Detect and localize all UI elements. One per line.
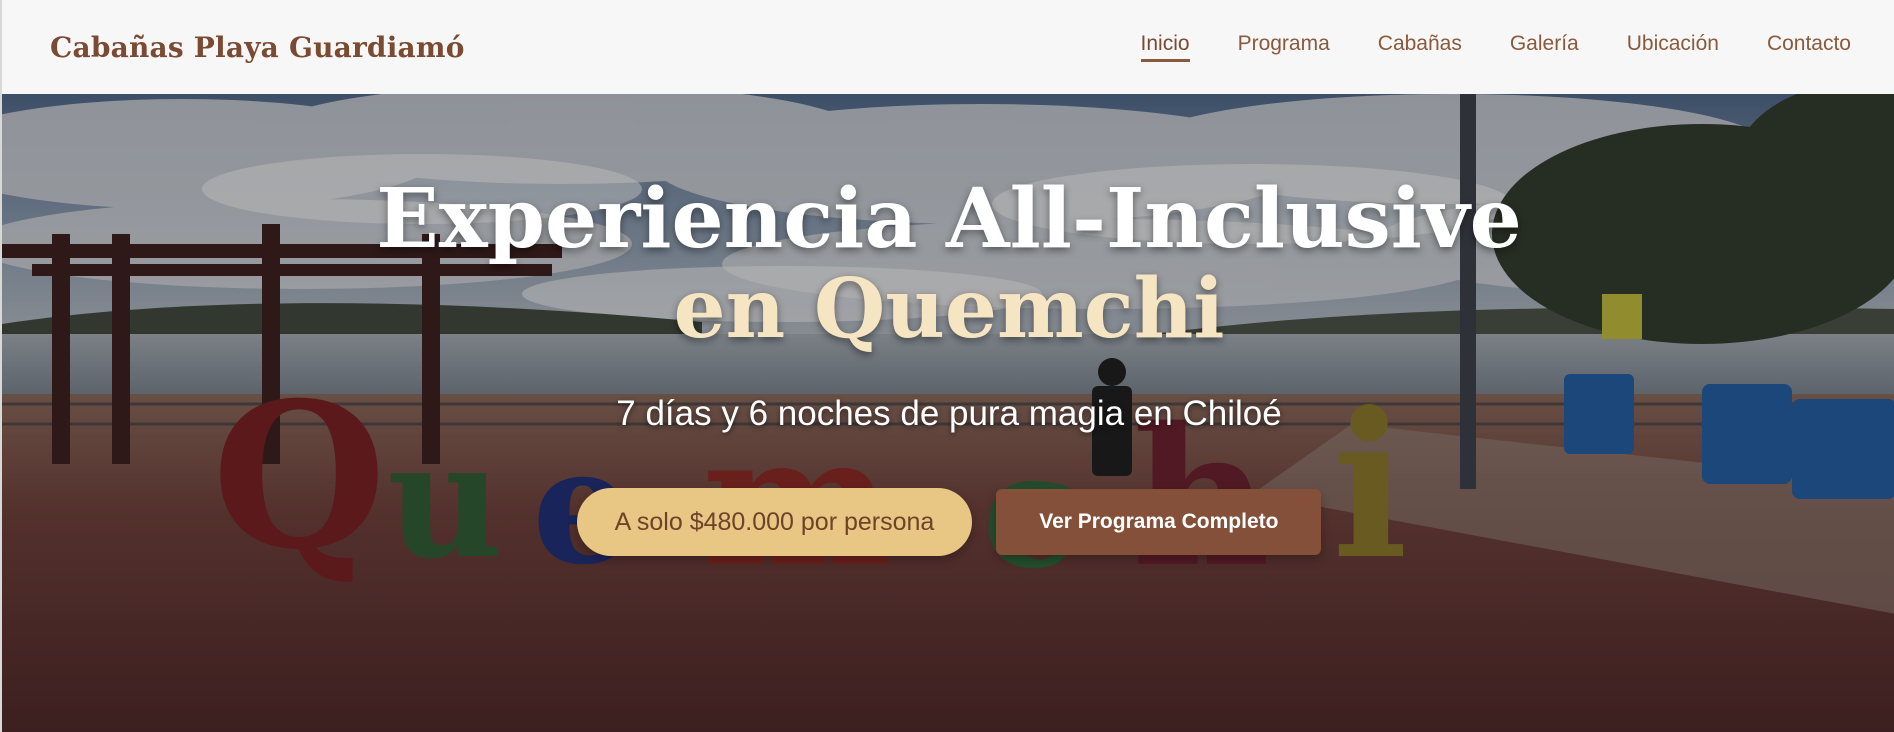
hero-title-line1: Experiencia All-Inclusive <box>376 171 1522 267</box>
hero-title: Experiencia All-Inclusive en Quemchi <box>2 174 1894 354</box>
nav-item-contacto[interactable]: Contacto <box>1767 32 1851 62</box>
price-button[interactable]: A solo $480.000 por persona <box>576 488 973 556</box>
main-nav: Inicio Programa Cabañas Galería Ubicació… <box>1140 32 1851 62</box>
brand-logo-text[interactable]: Cabañas Playa Guardiamó <box>50 31 465 64</box>
hero-actions: A solo $480.000 por persona Ver Programa… <box>2 488 1894 556</box>
nav-item-galeria[interactable]: Galería <box>1510 32 1579 62</box>
nav-item-inicio[interactable]: Inicio <box>1140 32 1190 62</box>
site-header: Cabañas Playa Guardiamó Inicio Programa … <box>0 0 1894 94</box>
hero-content: Experiencia All-Inclusive en Quemchi 7 d… <box>2 94 1894 732</box>
nav-item-ubicacion[interactable]: Ubicación <box>1627 32 1719 62</box>
hero-title-line2: en Quemchi <box>673 261 1225 357</box>
hero-section: Q u e m c h i Experiencia All-Inclusive … <box>0 94 1894 732</box>
view-program-button[interactable]: Ver Programa Completo <box>996 489 1322 555</box>
hero-subtitle: 7 días y 6 noches de pura magia en Chilo… <box>616 394 1282 433</box>
nav-item-programa[interactable]: Programa <box>1238 32 1330 62</box>
nav-item-cabanas[interactable]: Cabañas <box>1378 32 1462 62</box>
